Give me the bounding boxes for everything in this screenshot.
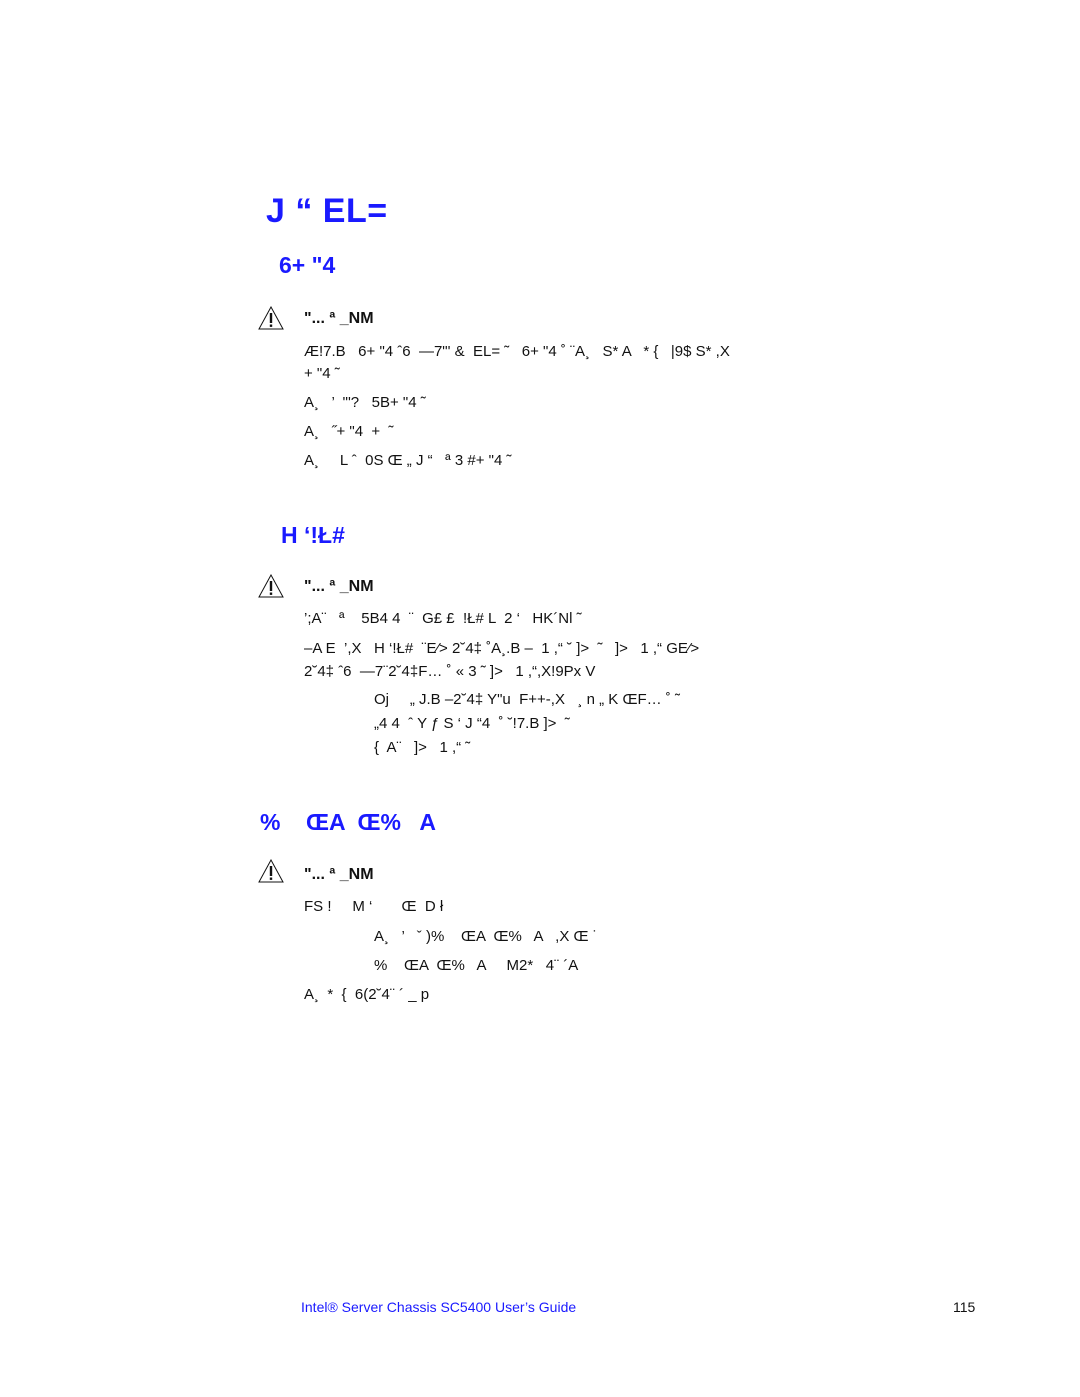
- warning-title: "... ª _NM: [304, 310, 374, 327]
- warning-text-line: Æ!7.B 6+ "4 ˆ6 —7"' & EL= ˜ 6+ "4 ˚ ¨A¸ …: [304, 343, 730, 360]
- chapter-title: J “ EL=: [266, 192, 388, 230]
- indented-text-line: { A¨ ]> 1 ,“ ˜: [374, 739, 471, 756]
- list-item: A¸ L ˆ 0S Œ „ J “ ª 3 #+ "4 ˜: [304, 452, 512, 469]
- indented-text-line: Oj „ J.B –2˘4‡ Y"u F++-,X ¸ n „ K ŒF… ˚ …: [374, 691, 680, 708]
- section-heading: % ŒA Œ% A: [260, 809, 436, 835]
- warning-icon: [258, 859, 284, 883]
- warning-icon: [258, 306, 284, 330]
- warning-text-line: + "4 ˜: [304, 365, 340, 382]
- list-item: A¸ ’ "'? 5B+ "4 ˜: [304, 394, 426, 411]
- warning-text-line: 2˘4‡ ˆ6 —7¨2˘4‡F… ˚ « 3 ˜ ]> 1 ,“,X!9Px …: [304, 663, 596, 680]
- list-item: A¸ ˝+ "4 + ˜: [304, 423, 394, 440]
- warning-text-line: ’;A¨ ª 5B4 4 ¨ G£ £ !Ł# L 2 ‘ HK´Nl ˜: [304, 610, 582, 627]
- indented-text-line: „4 4 ˆ Y ƒ S ‘ J “4 ˚ ˘!7.B ]> ˜: [374, 715, 570, 732]
- list-item: A¸ * { 6(2˘4¨ ´ _ p: [304, 986, 430, 1003]
- warning-title: "... ª _NM: [304, 578, 374, 595]
- section-heading: H ‘!Ł#: [281, 522, 345, 548]
- indented-text-line: % ŒA Œ% A M2* 4¨ ´A: [374, 957, 579, 974]
- warning-icon: [258, 574, 284, 598]
- warning-title: "... ª _NM: [304, 866, 374, 883]
- section-heading: 6+ "4: [279, 252, 336, 278]
- footer-guide-title: Intel® Server Chassis SC5400 User’s Guid…: [301, 1299, 577, 1315]
- indented-text-line: A¸ ’ ˇ )% ŒA Œ% A ,X Œ ˙: [374, 928, 598, 945]
- warning-text-line: FS ! M ‘ Œ D ł: [304, 898, 444, 915]
- page-number: 115: [953, 1299, 976, 1315]
